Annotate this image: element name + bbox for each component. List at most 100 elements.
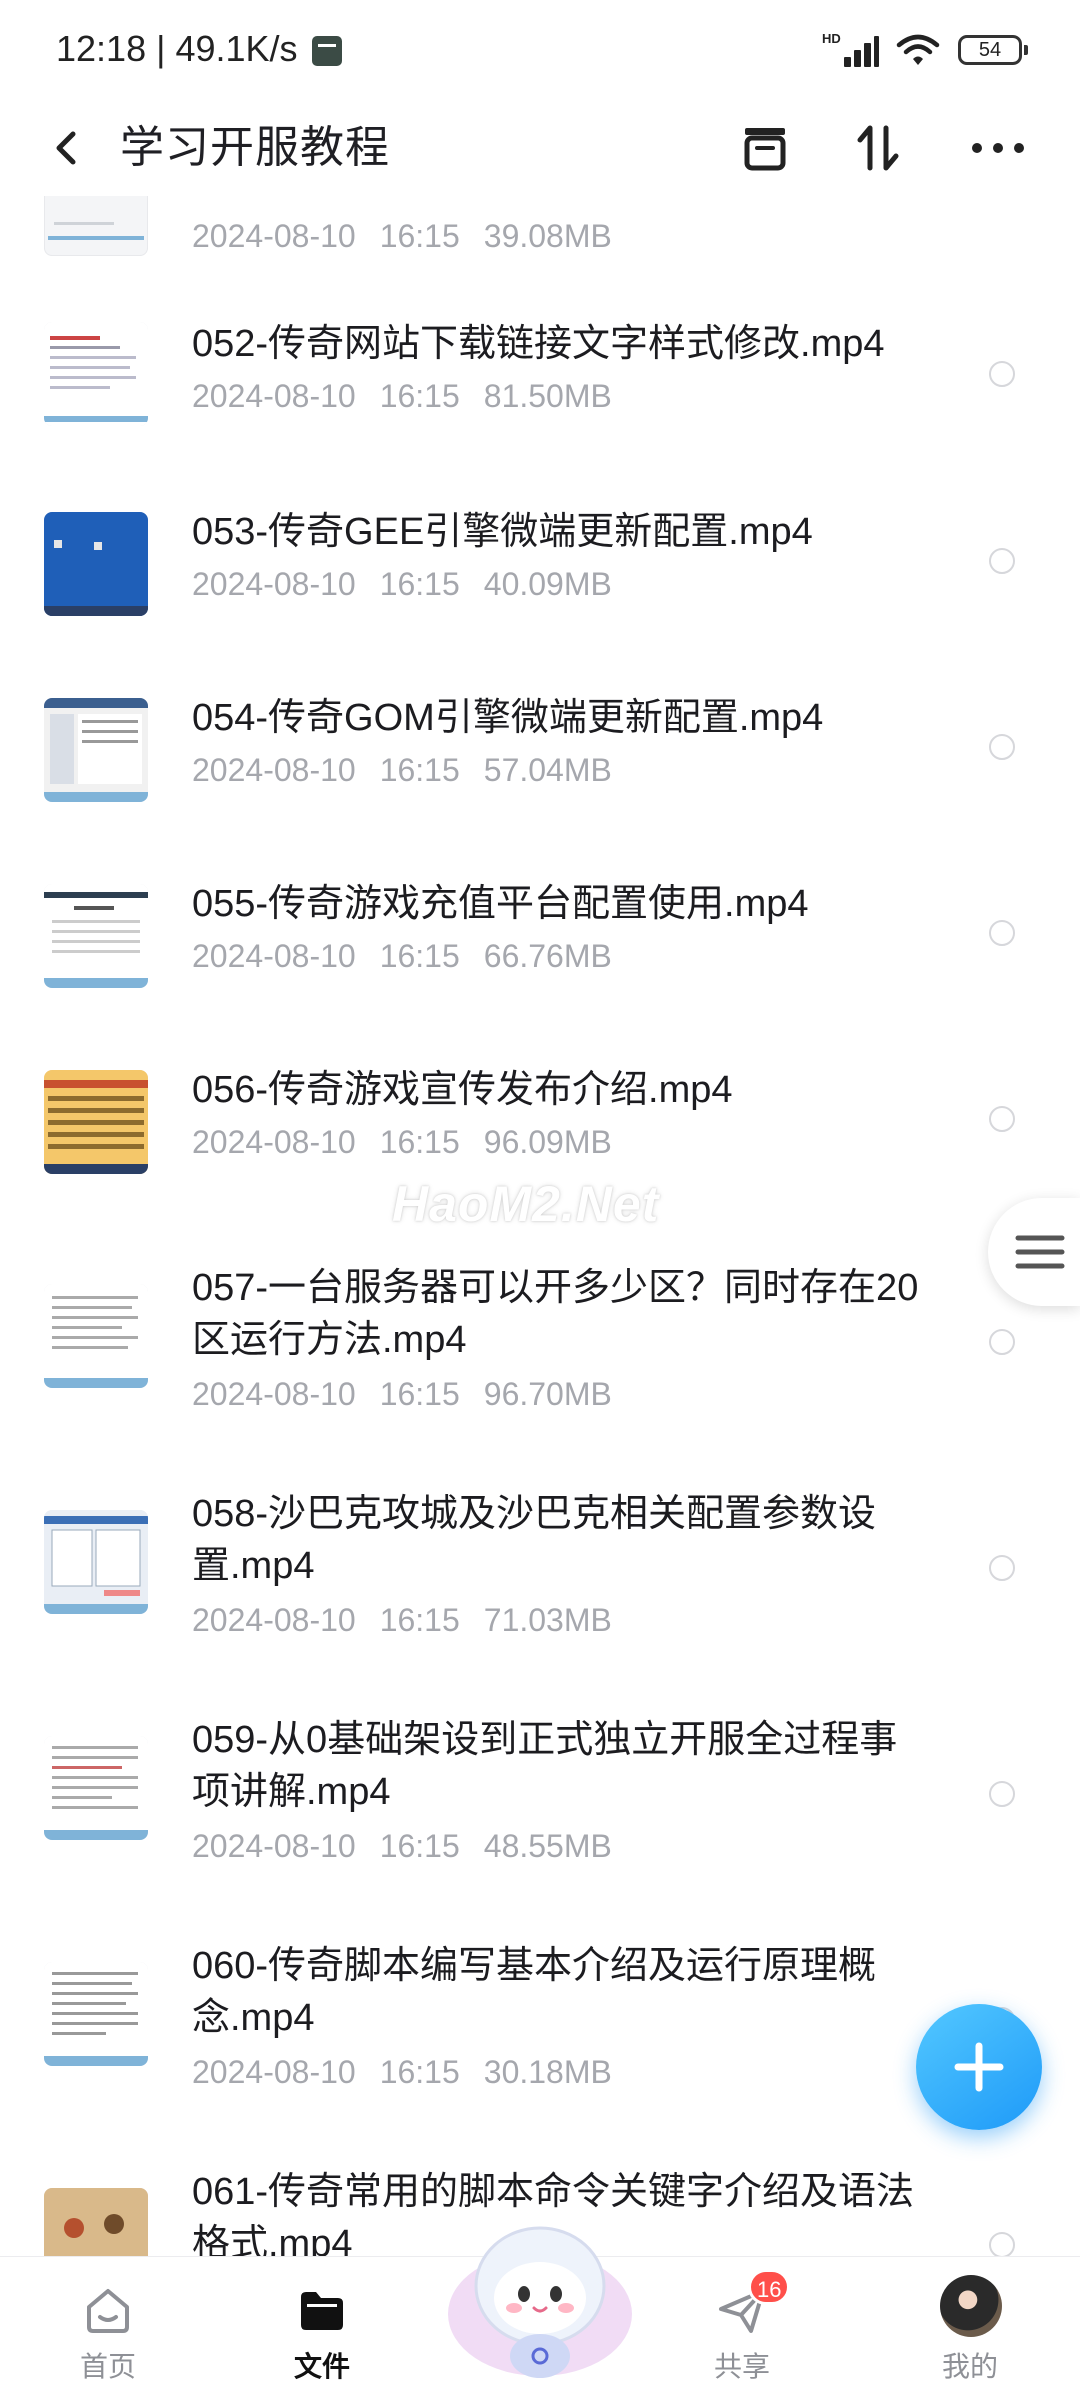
back-button[interactable] — [40, 120, 96, 176]
file-name: 053-传奇GEE引擎微端更新配置.mp4 — [192, 511, 813, 553]
home-icon — [87, 2289, 129, 2333]
file-thumbnail — [44, 512, 148, 616]
file-date: 2024-08-10 — [192, 752, 356, 788]
file-thumbnail — [44, 1736, 148, 1840]
file-meta: 2024-08-10 16:15 66.76MB — [192, 936, 636, 976]
file-name: 059-从0基础架设到正式独立开服全过程事项讲解.mp4 — [192, 1719, 898, 1813]
file-thumbnail — [44, 1962, 148, 2066]
file-meta: 2024-08-10 16:15 71.03MB — [192, 1600, 636, 1640]
more-icon — [972, 143, 1024, 153]
select-radio[interactable] — [989, 2232, 1015, 2256]
nav-files[interactable]: 文件 — [262, 2257, 382, 2401]
watermark: HaoM2.Net — [392, 1176, 660, 1232]
file-time: 16:15 — [379, 2054, 460, 2090]
battery-level: 54 — [978, 38, 1002, 61]
file-date: 2024-08-10 — [192, 378, 356, 414]
file-date: 2024-08-10 — [192, 1828, 356, 1864]
sim-icon — [312, 36, 342, 66]
nav-profile[interactable]: 我的 — [910, 2257, 1030, 2401]
wifi-icon — [896, 34, 940, 65]
file-row[interactable]: 052-传奇网站下载链接文字样式修改.mp4 2024-08-10 16:15 81… — [0, 298, 1080, 458]
file-meta: 2024-08-10 16:15 48.55MB — [192, 1826, 636, 1866]
file-name: 055-传奇游戏充值平台配置使用.mp4 — [192, 883, 809, 925]
file-time: 16:15 — [379, 566, 460, 602]
battery-icon: 54 — [958, 35, 1028, 65]
signal-icon: HD — [822, 31, 879, 69]
file-time: 16:15 — [379, 1124, 460, 1160]
file-date: 2024-08-10 — [192, 1602, 356, 1638]
archive-button[interactable] — [735, 118, 795, 178]
chevron-left-icon — [56, 131, 76, 165]
file-size: 66.76MB — [483, 938, 612, 974]
file-thumbnail — [44, 322, 148, 426]
file-meta: 2024-08-10 16:15 81.50MB — [192, 376, 636, 416]
file-name: 056-传奇游戏宣传发布介绍.mp4 — [192, 1069, 733, 1111]
file-date: 2024-08-10 — [192, 1124, 356, 1160]
file-time: 16:15 — [379, 378, 460, 414]
file-thumbnail — [44, 698, 148, 802]
file-row[interactable]: 058-沙巴克攻城及沙巴克相关配置参数设置.mp4 2024-08-10 16:1… — [0, 1470, 1080, 1670]
file-row[interactable]: 053-传奇GEE引擎微端更新配置.mp4 2024-08-10 16:15 40.… — [0, 484, 1080, 644]
select-radio[interactable] — [989, 1781, 1015, 1807]
file-name: 052-传奇网站下载链接文字样式修改.mp4 — [192, 323, 885, 365]
nav-profile-label: 我的 — [941, 2351, 998, 2382]
status-time: 12:18 | 49.1K/s — [56, 28, 298, 69]
folder-icon — [301, 2292, 343, 2330]
select-radio[interactable] — [989, 548, 1015, 574]
file-date: 2024-08-10 — [192, 218, 356, 254]
select-radio[interactable] — [989, 1555, 1015, 1581]
select-radio[interactable] — [989, 920, 1015, 946]
sort-button[interactable] — [848, 118, 908, 178]
select-radio[interactable] — [989, 361, 1015, 387]
top-bar: 学习开服教程 — [0, 100, 1080, 196]
file-name: 058-沙巴克攻城及沙巴克相关配置参数设置.mp4 — [192, 1493, 877, 1587]
file-meta: 2024-08-10 16:15 39.08MB — [192, 216, 636, 256]
file-meta: 2024-08-10 16:15 96.09MB — [192, 1122, 636, 1162]
file-row[interactable]: 2024-08-10 16:15 39.08MB — [0, 152, 1080, 266]
select-radio[interactable] — [989, 1106, 1015, 1132]
page-title: 学习开服教程 — [120, 123, 390, 172]
file-size: 81.50MB — [483, 378, 612, 414]
file-time: 16:15 — [379, 1828, 460, 1864]
file-thumbnail — [44, 1284, 148, 1388]
file-date: 2024-08-10 — [192, 1376, 356, 1412]
file-row[interactable]: 059-从0基础架设到正式独立开服全过程事项讲解.mp4 2024-08-10 1… — [0, 1696, 1080, 1896]
file-meta: 2024-08-10 16:15 30.18MB — [192, 2052, 636, 2092]
nav-home[interactable]: 首页 — [48, 2257, 168, 2401]
file-time: 16:15 — [379, 938, 460, 974]
sort-icon — [857, 125, 899, 171]
file-date: 2024-08-10 — [192, 566, 356, 602]
file-time: 16:15 — [379, 218, 460, 254]
file-size: 96.70MB — [483, 1376, 612, 1412]
file-name: 057-一台服务器可以开多少区？同时存在20区运行方法.mp4 — [192, 1267, 919, 1361]
side-drawer-handle[interactable] — [988, 1198, 1080, 1306]
file-meta: 2024-08-10 16:15 57.04MB — [192, 750, 636, 790]
file-date: 2024-08-10 — [192, 2054, 356, 2090]
file-size: 40.09MB — [483, 566, 612, 602]
file-size: 39.08MB — [483, 218, 612, 254]
file-row[interactable]: 057-一台服务器可以开多少区？同时存在20区运行方法.mp4 2024-08-… — [0, 1244, 1080, 1444]
file-thumbnail — [44, 1070, 148, 1174]
status-bar: 12:18 | 49.1K/s HD 54 — [0, 0, 1080, 100]
nav-share[interactable]: 16 共享 — [682, 2257, 802, 2401]
select-radio[interactable] — [989, 734, 1015, 760]
file-thumbnail — [44, 1510, 148, 1614]
nav-files-label: 文件 — [293, 2351, 350, 2382]
file-size: 96.09MB — [483, 1124, 612, 1160]
file-size: 71.03MB — [483, 1602, 612, 1638]
menu-lines-icon — [1015, 1235, 1065, 1269]
mascot-icon[interactable] — [440, 2194, 640, 2384]
file-meta: 2024-08-10 16:15 40.09MB — [192, 564, 636, 604]
file-row[interactable]: 054-传奇GOM引擎微端更新配置.mp4 2024-08-10 16:15 57.… — [0, 670, 1080, 830]
add-button[interactable] — [916, 2004, 1042, 2130]
file-row[interactable]: 055-传奇游戏充值平台配置使用.mp4 2024-08-10 16:15 66.7… — [0, 856, 1080, 1016]
nav-home-label: 首页 — [79, 2351, 136, 2382]
file-thumbnail — [44, 2188, 148, 2256]
file-size: 57.04MB — [483, 752, 612, 788]
select-radio[interactable] — [989, 1329, 1015, 1355]
nav-share-label: 共享 — [713, 2351, 770, 2382]
file-name: 060-传奇脚本编写基本介绍及运行原理概念.mp4 — [192, 1945, 877, 2039]
file-thumbnail — [44, 884, 148, 988]
file-time: 16:15 — [379, 1602, 460, 1638]
more-button[interactable] — [968, 118, 1028, 178]
